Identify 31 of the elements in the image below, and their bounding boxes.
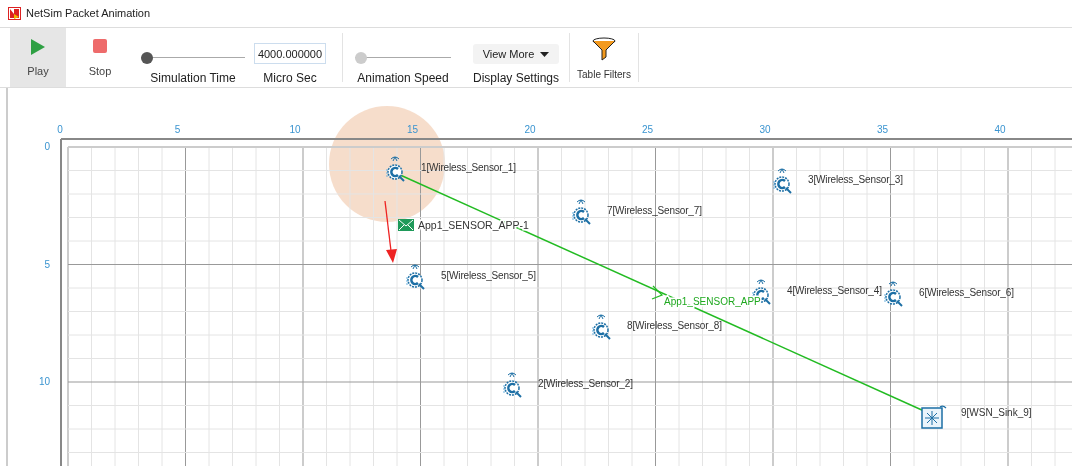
node-label: 1[Wireless_Sensor_1]	[421, 162, 516, 173]
x-axis-tick: 40	[994, 124, 1006, 135]
table-filters-button[interactable]: Table Filters	[570, 28, 638, 87]
node-label: 3[Wireless_Sensor_3]	[808, 174, 903, 185]
animation-speed-label: Animation Speed	[357, 70, 449, 87]
stop-button[interactable]: Stop	[72, 28, 128, 87]
window-title: NetSim Packet Animation	[26, 6, 151, 22]
micro-sec-label: Micro Sec	[263, 70, 317, 87]
x-axis-tick: 5	[174, 124, 181, 135]
display-settings-label: Display Settings	[473, 70, 560, 87]
y-axis-tick: 10	[38, 376, 50, 387]
play-button[interactable]: Play	[10, 28, 66, 87]
x-axis-tick: 35	[876, 124, 889, 135]
x-axis-tick: 25	[641, 124, 654, 135]
node-label: 2[Wireless_Sensor_2]	[538, 378, 633, 389]
node-label: 9[WSN_Sink_9]	[961, 407, 1032, 418]
view-more-dropdown[interactable]: View More	[472, 44, 560, 64]
y-axis-tick: 0	[44, 141, 50, 152]
x-axis-tick: 15	[406, 124, 419, 135]
time-field[interactable]: 4000.000000	[254, 43, 326, 64]
simulation-time-label: Simulation Time	[150, 70, 236, 87]
x-axis-tick: 30	[759, 124, 771, 135]
node-label: 5[Wireless_Sensor_5]	[441, 270, 536, 281]
x-axis-tick: 10	[289, 124, 301, 135]
x-axis-tick: 0	[57, 124, 63, 135]
node-label: 8[Wireless_Sensor_8]	[627, 320, 722, 331]
x-axis-tick: 20	[524, 124, 536, 135]
y-axis-tick: 5	[44, 258, 50, 270]
node-label: 6[Wireless_Sensor_6]	[919, 287, 1014, 298]
node-label: 4[Wireless_Sensor_4]	[787, 285, 882, 296]
node-label: 7[Wireless_Sensor_7]	[607, 205, 702, 216]
